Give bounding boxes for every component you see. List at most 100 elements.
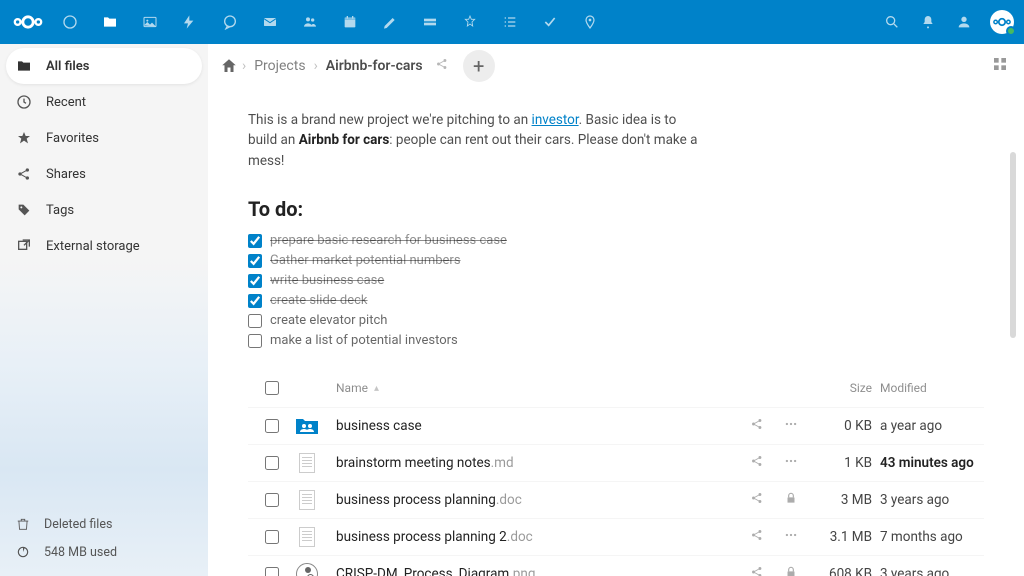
file-row[interactable]: CRISP-DM_Process_Diagram.png 608 KB 3 ye… <box>248 555 984 576</box>
check-icon[interactable] <box>530 0 570 44</box>
nextcloud-logo[interactable] <box>10 4 46 40</box>
deck-icon[interactable] <box>410 0 450 44</box>
todo-checkbox[interactable] <box>248 254 262 268</box>
breadcrumb-separator: › <box>242 58 246 74</box>
todo-checkbox[interactable] <box>248 334 262 348</box>
file-row[interactable]: business process planning.doc 3 MB 3 yea… <box>248 481 984 518</box>
investor-link[interactable]: investor <box>532 112 579 128</box>
nav-shares[interactable]: Shares <box>6 156 202 192</box>
more-icon[interactable] <box>784 454 798 472</box>
row-checkbox[interactable] <box>265 419 279 433</box>
row-checkbox[interactable] <box>265 567 279 576</box>
activity-icon[interactable] <box>170 0 210 44</box>
file-size: 608 KB <box>804 566 880 576</box>
todo-item: make a list of potential investors <box>248 331 984 351</box>
file-row[interactable]: business process planning 2.doc 3.1 MB 7… <box>248 518 984 555</box>
upgrade-icon[interactable] <box>450 0 490 44</box>
talk-icon[interactable] <box>210 0 250 44</box>
scrollbar[interactable] <box>1010 152 1016 338</box>
share-icon[interactable] <box>750 565 764 576</box>
row-checkbox[interactable] <box>265 530 279 544</box>
nav-label: Favorites <box>46 131 99 146</box>
select-all-checkbox[interactable] <box>265 381 279 395</box>
share-icon[interactable] <box>435 57 449 75</box>
todo-item: create elevator pitch <box>248 311 984 331</box>
file-modified: 3 years ago <box>880 566 984 576</box>
calendar-icon[interactable] <box>330 0 370 44</box>
file-list-header: Name ▴ Size Modified <box>248 371 984 407</box>
file-name: business process planning 2 <box>336 529 507 545</box>
breadcrumb-separator: › <box>314 58 318 74</box>
file-type-icon <box>292 489 322 511</box>
share-icon[interactable] <box>750 491 764 509</box>
file-type-icon <box>292 526 322 548</box>
files-icon[interactable] <box>90 0 130 44</box>
file-row[interactable]: brainstorm meeting notes.md 1 KB 43 minu… <box>248 444 984 481</box>
tasks-icon[interactable] <box>490 0 530 44</box>
file-size: 0 KB <box>804 418 880 434</box>
file-row[interactable]: business case 0 KB a year ago <box>248 407 984 444</box>
more-icon[interactable] <box>784 528 798 546</box>
contacts-icon[interactable] <box>290 0 330 44</box>
file-name: CRISP-DM_Process_Diagram <box>336 566 509 576</box>
contacts-menu-icon[interactable] <box>948 0 980 44</box>
nav-label: External storage <box>46 239 140 254</box>
file-modified: a year ago <box>880 418 984 434</box>
todo-checkbox[interactable] <box>248 234 262 248</box>
share-icon[interactable] <box>750 528 764 546</box>
file-size: 3 MB <box>804 492 880 508</box>
share-icon[interactable] <box>750 417 764 435</box>
row-checkbox[interactable] <box>265 456 279 470</box>
share-icon[interactable] <box>750 454 764 472</box>
row-checkbox[interactable] <box>265 493 279 507</box>
app-header <box>0 0 1024 44</box>
file-type-icon <box>292 452 322 474</box>
dashboard-icon[interactable] <box>50 0 90 44</box>
mail-icon[interactable] <box>250 0 290 44</box>
main-content: › Projects › Airbnb-for-cars + This is a… <box>208 44 1024 576</box>
file-size: 3.1 MB <box>804 529 880 545</box>
home-icon[interactable] <box>220 57 238 75</box>
nav-tags[interactable]: Tags <box>6 192 202 228</box>
nav-deleted[interactable]: Deleted files <box>16 510 192 538</box>
nav-label: Shares <box>46 167 86 182</box>
todo-checkbox[interactable] <box>248 294 262 308</box>
breadcrumb-item[interactable]: Projects <box>250 58 309 74</box>
file-name: business process planning <box>336 492 496 508</box>
file-ext: .png <box>509 566 535 576</box>
col-size-label[interactable]: Size <box>804 381 880 395</box>
breadcrumb-current[interactable]: Airbnb-for-cars <box>322 58 427 74</box>
more-icon[interactable] <box>784 417 798 435</box>
add-button[interactable]: + <box>463 50 495 82</box>
user-avatar[interactable] <box>990 10 1014 34</box>
todo-checkbox[interactable] <box>248 274 262 288</box>
file-ext: .doc <box>507 529 533 545</box>
search-icon[interactable] <box>876 0 908 44</box>
sort-arrow-icon: ▴ <box>374 383 379 394</box>
nav-favorites[interactable]: Favorites <box>6 120 202 156</box>
todo-checkbox[interactable] <box>248 314 262 328</box>
todo-label: create elevator pitch <box>270 313 387 328</box>
todo-label: Gather market potential numbers <box>270 253 461 268</box>
nav-all-files[interactable]: All files <box>6 48 202 84</box>
breadcrumb: › Projects › Airbnb-for-cars + <box>208 44 1024 88</box>
sidebar: All files Recent Favorites Shares Tags E… <box>0 44 208 576</box>
todo-item: create slide deck <box>248 291 984 311</box>
notes-icon[interactable] <box>370 0 410 44</box>
maps-icon[interactable] <box>570 0 610 44</box>
nav-label: All files <box>46 59 89 74</box>
folder-description: This is a brand new project we're pitchi… <box>248 110 698 171</box>
col-name-label[interactable]: Name <box>336 381 368 395</box>
nav-label: Recent <box>46 95 86 110</box>
photos-icon[interactable] <box>130 0 170 44</box>
file-name: business case <box>336 418 422 434</box>
nav-external[interactable]: External storage <box>6 228 202 264</box>
file-list: Name ▴ Size Modified business case 0 KB a… <box>248 371 984 576</box>
deleted-label: Deleted files <box>44 517 112 532</box>
view-toggle-icon[interactable] <box>992 56 1008 76</box>
file-ext: .md <box>491 455 514 471</box>
notifications-icon[interactable] <box>912 0 944 44</box>
file-type-icon <box>292 563 322 576</box>
nav-recent[interactable]: Recent <box>6 84 202 120</box>
col-modified-label[interactable]: Modified <box>880 381 984 395</box>
